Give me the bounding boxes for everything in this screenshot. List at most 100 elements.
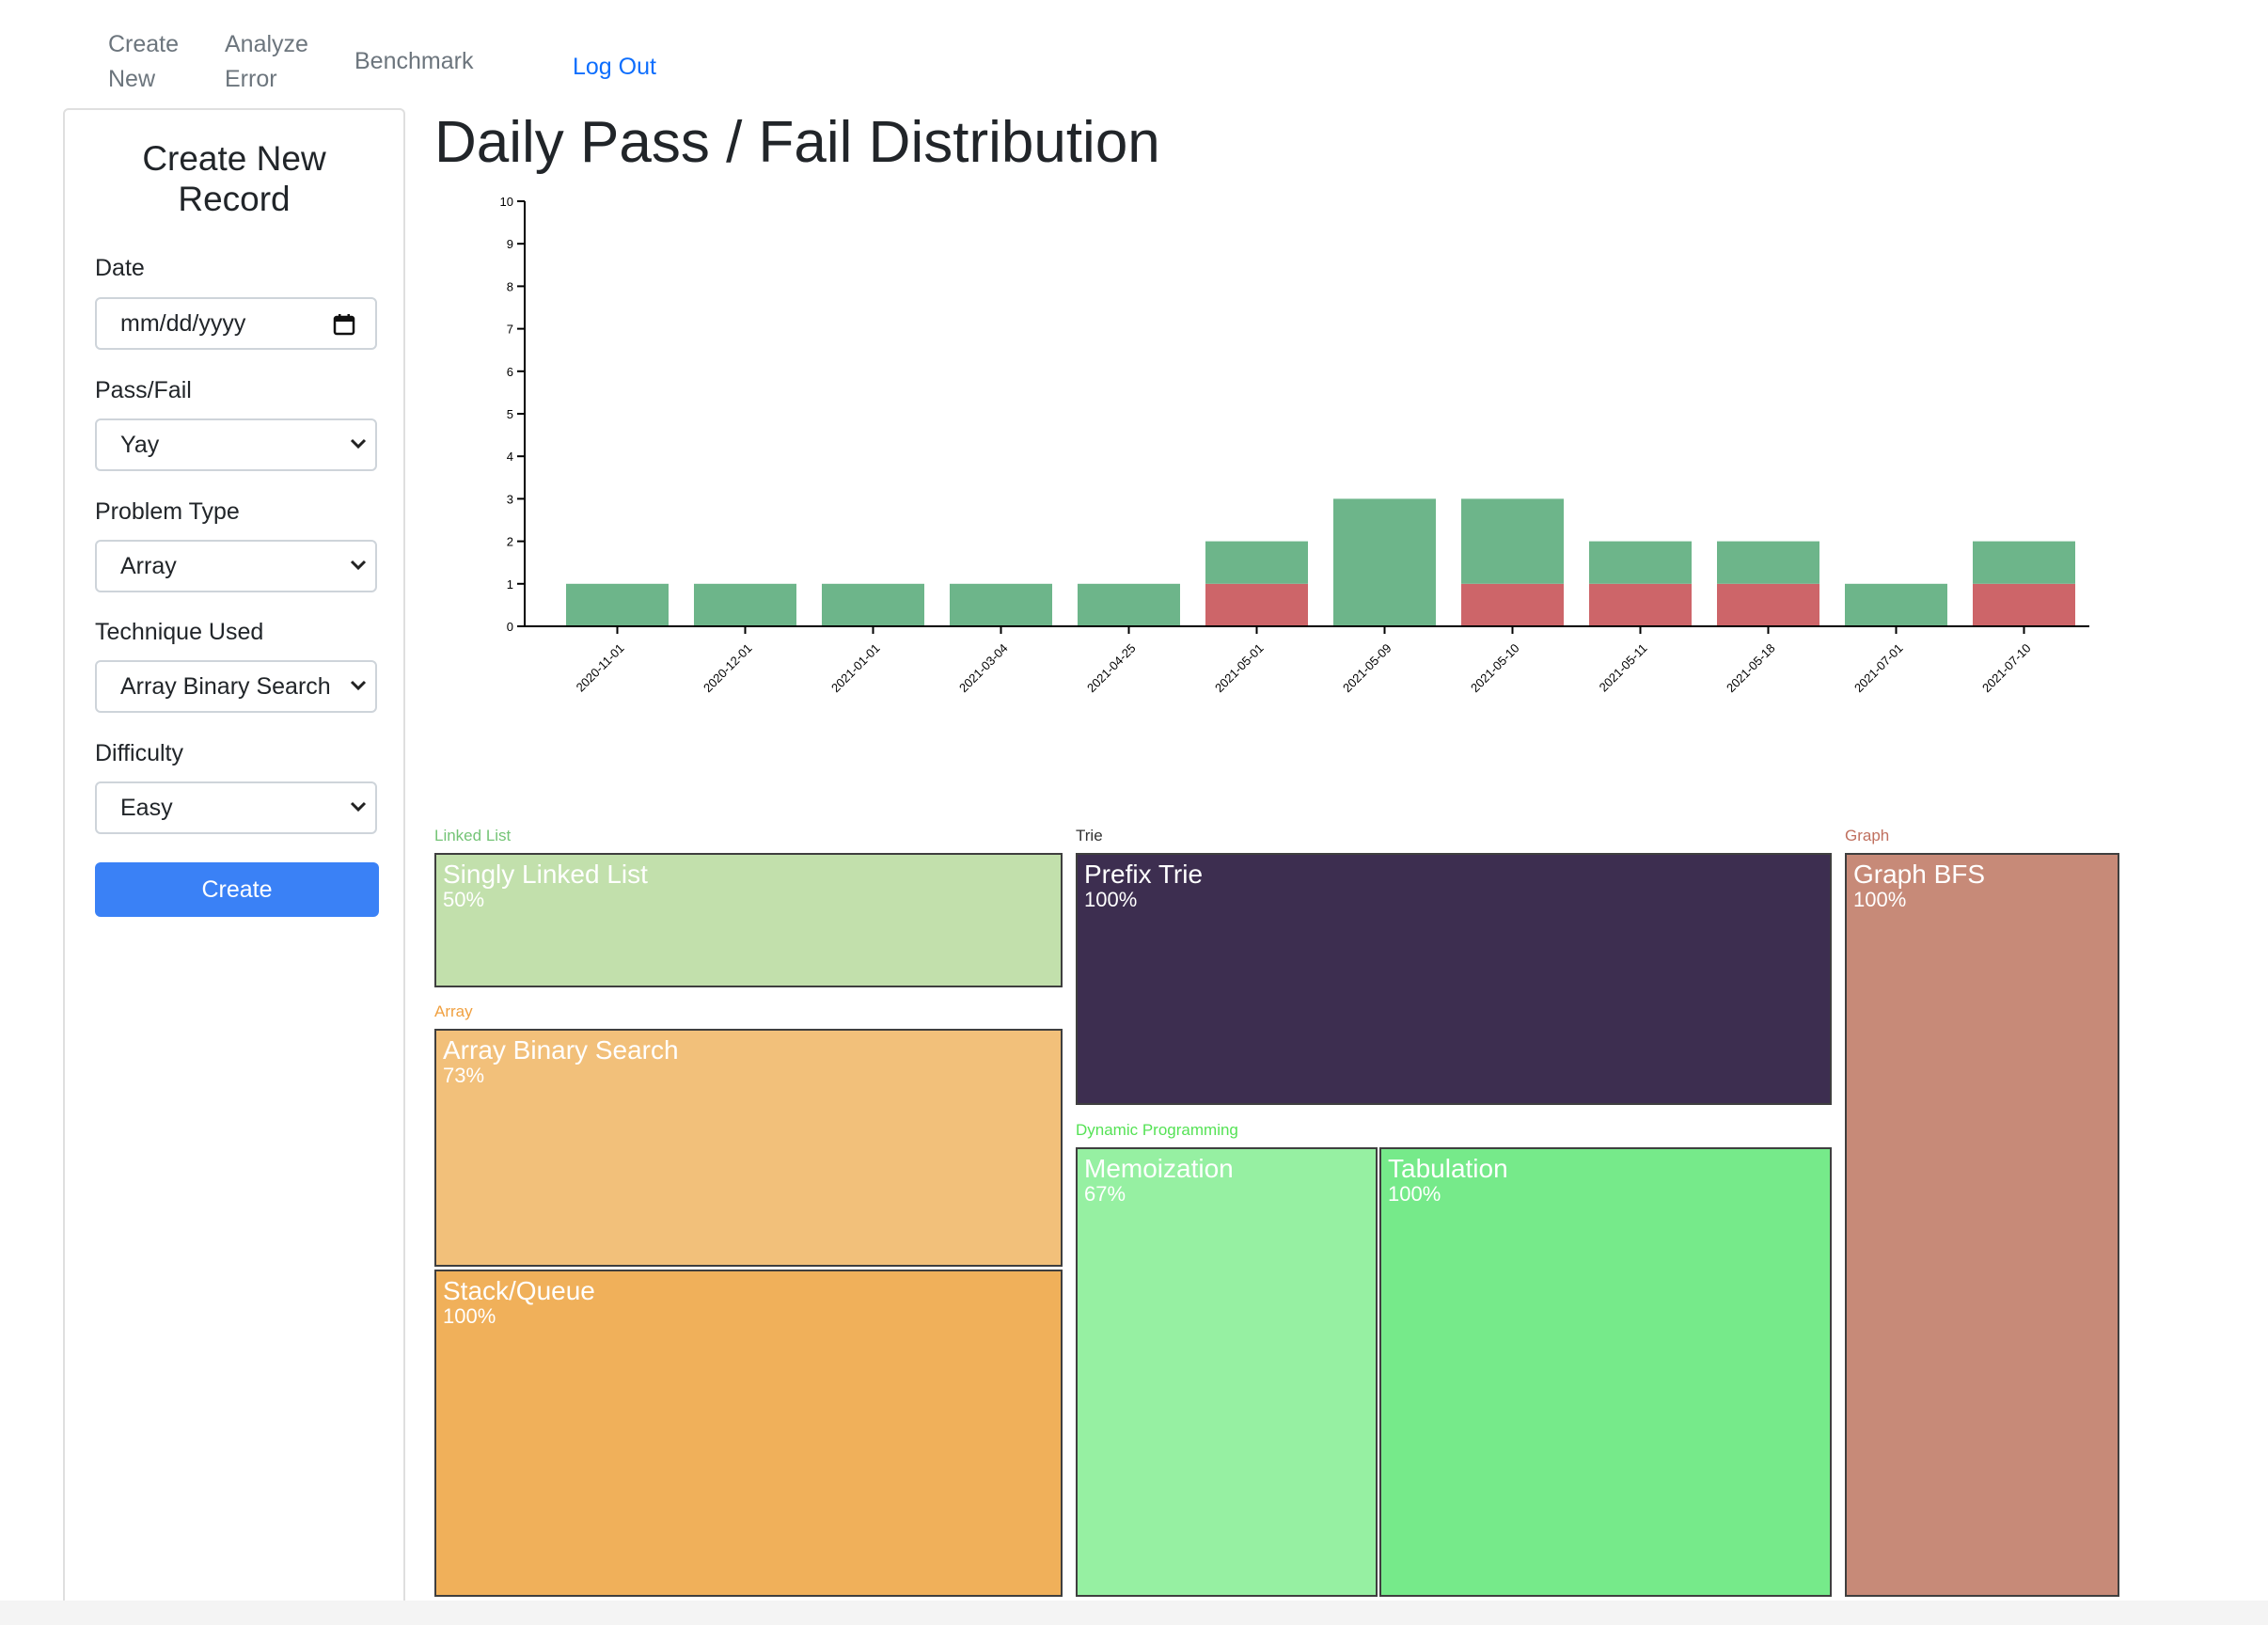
x-axis-tick-label: 2021-05-11 (1597, 641, 1650, 695)
pass-bar (1205, 541, 1308, 584)
treemap-cell-graph-bfs[interactable]: Graph BFS 100% (1845, 853, 2119, 1597)
nav-benchmark[interactable]: Benchmark (354, 44, 473, 79)
treemap-cell-memoization[interactable]: Memoization 67% (1076, 1147, 1378, 1597)
date-label: Date (95, 255, 145, 281)
page-title: Daily Pass / Fail Distribution (434, 110, 1160, 175)
calendar-icon[interactable] (332, 312, 356, 337)
pass-bar (566, 583, 669, 626)
x-axis-tick-label: 2021-05-10 (1468, 641, 1522, 696)
x-axis-tick-label: 2021-05-18 (1724, 641, 1778, 696)
create-record-card: Create New Record Date mm/dd/yyyy Pass/F… (63, 108, 405, 1608)
pass-bar (1333, 498, 1436, 626)
pass-bar (1845, 583, 1947, 626)
pass-bar (1461, 498, 1564, 584)
y-axis-tick-label: 10 (500, 195, 513, 209)
form-title-line2: Record (178, 180, 291, 218)
fail-bar (1461, 583, 1564, 626)
y-axis-tick-label: 1 (507, 577, 513, 592)
y-axis-tick-label: 6 (507, 365, 513, 379)
y-axis-tick-label: 7 (507, 323, 513, 337)
nav-create-new[interactable]: Create New (108, 27, 179, 97)
treemap-group-label-trie: Trie (1076, 827, 1103, 844)
pass-bar (694, 583, 796, 626)
chevron-down-icon (350, 560, 367, 571)
difficulty-label: Difficulty (95, 740, 184, 766)
problem-type-select[interactable]: Array (95, 540, 377, 592)
x-axis-tick-label: 2021-07-01 (1851, 641, 1906, 696)
chevron-down-icon (350, 801, 367, 812)
form-title-line1: Create New (142, 139, 326, 178)
pass-fail-select[interactable]: Yay (95, 418, 377, 471)
treemap-cell-name: Tabulation (1388, 1154, 1508, 1183)
x-axis-tick-label: 2021-07-10 (1979, 641, 2034, 696)
pass-bar (950, 583, 1052, 626)
pass-fail-label: Pass/Fail (95, 377, 192, 403)
x-axis-tick-label: 2021-03-04 (956, 641, 1011, 696)
treemap-cell-percent: 67% (1084, 1182, 1126, 1206)
chevron-down-icon (350, 438, 367, 450)
treemap-cell-percent: 100% (443, 1304, 496, 1328)
x-axis-tick-label: 2021-04-25 (1084, 641, 1139, 696)
pass-bar (822, 583, 924, 626)
fail-bar (1717, 583, 1819, 626)
treemap-cell-percent: 100% (1853, 888, 1907, 911)
fail-bar (1973, 583, 2075, 626)
x-axis-tick-label: 2021-01-01 (828, 641, 883, 696)
y-axis-tick-label: 5 (507, 407, 513, 421)
technique-label: Technique Used (95, 619, 264, 645)
treemap-cell-percent: 73% (443, 1064, 485, 1087)
treemap-cell-percent: 100% (1388, 1182, 1441, 1206)
pass-bar (1589, 541, 1692, 584)
fail-bar (1589, 583, 1692, 626)
treemap-cell-stack-queue[interactable]: Stack/Queue 100% (434, 1270, 1063, 1597)
treemap-group-label-array: Array (434, 1002, 473, 1020)
treemap-cell-name: Array Binary Search (443, 1035, 679, 1065)
nav-create-new-line1: Create (108, 31, 180, 57)
date-placeholder: mm/dd/yyyy (120, 310, 246, 337)
difficulty-select[interactable]: Easy (95, 781, 377, 834)
pass-bar (1717, 541, 1819, 584)
nav-create-new-line2: New (108, 66, 156, 92)
nav-analyze-error-line2: Error (225, 66, 277, 92)
treemap-cell-name: Singly Linked List (443, 860, 648, 889)
create-button[interactable]: Create (95, 862, 379, 917)
treemap-group-label-linked-list: Linked List (434, 827, 512, 844)
treemap-cell-percent: 100% (1084, 888, 1138, 911)
x-axis-tick-label: 2020-11-01 (574, 641, 627, 695)
difficulty-value: Easy (120, 795, 173, 821)
treemap-cell-percent: 50% (443, 888, 485, 911)
treemap-group-label-dynamic-programming: Dynamic Programming (1076, 1121, 1238, 1139)
pass-bar (1973, 541, 2075, 584)
pass-fail-value: Yay (120, 432, 160, 458)
nav-analyze-error-line1: Analyze (225, 31, 308, 57)
treemap-group-label-graph: Graph (1845, 827, 1890, 844)
treemap-cell-name: Graph BFS (1853, 860, 1986, 889)
y-axis-tick-label: 2 (507, 535, 513, 549)
treemap-cell-tabulation[interactable]: Tabulation 100% (1379, 1147, 1832, 1597)
pass-bar (1078, 583, 1180, 626)
technique-value: Array Binary Search (120, 673, 331, 700)
problem-type-label: Problem Type (95, 498, 240, 525)
treemap-cell-name: Memoization (1084, 1154, 1234, 1183)
treemap-cell-name: Prefix Trie (1084, 860, 1204, 889)
nav-log-out[interactable]: Log Out (573, 50, 656, 85)
bottom-scroll-area (0, 1601, 2268, 1625)
x-axis-tick-label: 2020-12-01 (701, 641, 755, 696)
technique-select[interactable]: Array Binary Search (95, 660, 377, 713)
x-axis-tick-label: 2021-05-01 (1212, 641, 1267, 696)
treemap-cell-prefix-trie[interactable]: Prefix Trie 100% (1076, 853, 1832, 1105)
treemap-cell-singly-linked-list[interactable]: Singly Linked List 50% (434, 853, 1063, 987)
nav-analyze-error[interactable]: Analyze Error (225, 27, 308, 97)
y-axis-tick-label: 3 (507, 492, 513, 506)
treemap-cell-array-binary-search[interactable]: Array Binary Search 73% (434, 1029, 1063, 1267)
y-axis-tick-label: 0 (507, 620, 513, 634)
y-axis-tick-label: 8 (507, 279, 513, 293)
date-input[interactable]: mm/dd/yyyy (95, 297, 377, 350)
treemap-cell-name: Stack/Queue (443, 1276, 595, 1305)
form-title: Create New Record (65, 138, 403, 219)
problem-type-value: Array (120, 553, 177, 579)
y-axis-tick-label: 9 (507, 237, 513, 251)
fail-bar (1205, 583, 1308, 626)
pass-fail-bar-chart: 0 1 2 3 4 5 6 7 8 9 10 2020-11-01 2020-12-01 2021-01-… (500, 195, 2089, 696)
x-axis-tick-label: 2021-05-09 (1340, 641, 1394, 696)
